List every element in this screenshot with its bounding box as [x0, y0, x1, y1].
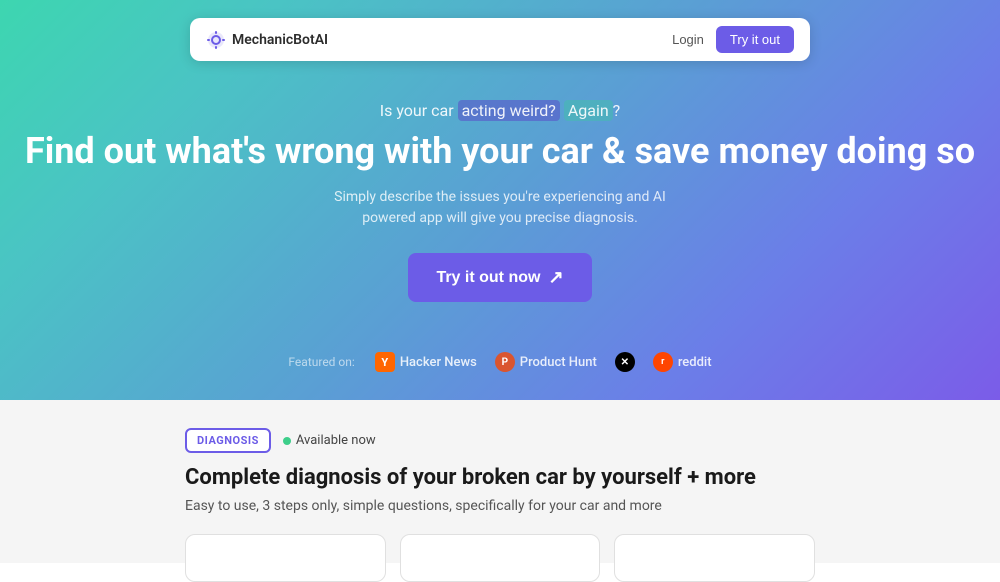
- lower-title: Complete diagnosis of your broken car by…: [185, 465, 815, 490]
- subtitle-post: ?: [613, 101, 621, 120]
- nav-logo: MechanicBotAI: [206, 30, 328, 50]
- diagnosis-badge: DIAGNOSIS: [185, 428, 271, 453]
- lower-section: DIAGNOSIS Available now Complete diagnos…: [0, 400, 1000, 563]
- featured-producthunt[interactable]: P Product Hunt: [495, 352, 597, 372]
- producthunt-label: Product Hunt: [520, 355, 597, 370]
- login-button[interactable]: Login: [672, 32, 704, 47]
- card-1[interactable]: [185, 534, 386, 582]
- featured-reddit[interactable]: r reddit: [653, 352, 712, 372]
- logo-text: MechanicBotAI: [232, 32, 328, 48]
- featured-row: Featured on: Y Hacker News P Product Hun…: [288, 352, 711, 372]
- badge-row: DIAGNOSIS Available now: [185, 428, 815, 453]
- card-3[interactable]: [614, 534, 815, 582]
- nav-right: Login Try it out: [672, 26, 794, 53]
- reddit-label: reddit: [678, 355, 712, 370]
- featured-label: Featured on:: [288, 355, 354, 369]
- navbar: MechanicBotAI Login Try it out: [190, 18, 810, 61]
- hackernews-icon: Y: [375, 352, 395, 372]
- cards-row: [185, 534, 815, 582]
- hero-content: Is your car acting weird? Again? Find ou…: [5, 101, 995, 302]
- available-dot: [283, 437, 291, 445]
- nav-cta-button[interactable]: Try it out: [716, 26, 794, 53]
- lower-description: Easy to use, 3 steps only, simple questi…: [185, 498, 815, 514]
- card-2[interactable]: [400, 534, 601, 582]
- subtitle-highlight2: Again: [564, 100, 613, 121]
- hero-title: Find out what's wrong with your car & sa…: [25, 130, 975, 173]
- hero-subtitle: Is your car acting weird? Again?: [25, 101, 975, 120]
- available-label: Available now: [296, 433, 376, 448]
- hero-section: MechanicBotAI Login Try it out Is your c…: [0, 0, 1000, 400]
- hero-cta-button[interactable]: Try it out now ↗: [408, 253, 591, 302]
- hackernews-label: Hacker News: [400, 355, 477, 370]
- hero-cta-label: Try it out now: [436, 269, 540, 287]
- featured-x[interactable]: ✕: [615, 352, 635, 372]
- hero-cta-arrow: ↗: [548, 267, 563, 288]
- featured-hackernews[interactable]: Y Hacker News: [375, 352, 477, 372]
- available-badge: Available now: [283, 433, 376, 448]
- logo-icon: [206, 30, 226, 50]
- hero-description: Simply describe the issues you're experi…: [310, 187, 690, 229]
- featured-items: Y Hacker News P Product Hunt ✕ r reddit: [375, 352, 712, 372]
- reddit-icon: r: [653, 352, 673, 372]
- producthunt-icon: P: [495, 352, 515, 372]
- subtitle-highlight: acting weird?: [458, 100, 560, 121]
- subtitle-pre: Is your car: [380, 101, 458, 120]
- x-icon: ✕: [615, 352, 635, 372]
